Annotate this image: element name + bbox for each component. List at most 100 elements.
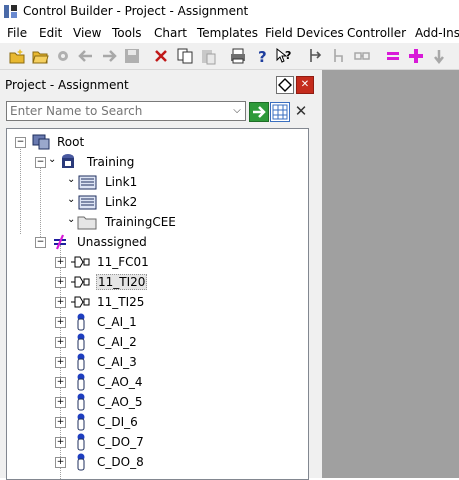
menu-field-devices[interactable]: Field Devices <box>265 26 344 40</box>
function-block-icon <box>71 256 90 268</box>
function-block-icon <box>71 296 90 308</box>
expand-icon[interactable]: + <box>55 457 66 468</box>
tree-node-label: C_AI_2 <box>97 335 137 349</box>
tree-node-label: C_AO_4 <box>97 375 143 389</box>
tree-node-label: 11_FC01 <box>97 255 149 269</box>
expand-icon[interactable]: + <box>55 357 66 368</box>
tree-node-label: Link1 <box>105 175 138 189</box>
settings-icon[interactable] <box>54 47 72 65</box>
tree-node-item[interactable]: + 11_FC01 <box>53 253 253 271</box>
expand-icon[interactable]: + <box>55 297 66 308</box>
panel-title: Project - Assignment <box>5 78 129 92</box>
link-node-icon <box>78 175 97 190</box>
menu-view[interactable]: View <box>73 26 101 40</box>
io-channel-icon <box>77 453 85 471</box>
grid-icon <box>272 104 288 120</box>
tree-node-label: Unassigned <box>77 235 147 249</box>
tree-node-item-selected[interactable]: + 11_TI20 <box>53 273 253 291</box>
tree-node-item[interactable]: + C_AI_1 <box>53 313 253 331</box>
arrow-right-icon <box>253 106 266 118</box>
expand-icon[interactable]: + <box>55 337 66 348</box>
tree-node-item[interactable]: + C_AO_5 <box>53 393 253 411</box>
tree-node-item[interactable]: + C_DO_7 <box>53 433 253 451</box>
tree-node-link1[interactable]: ⌄ Link1 <box>67 173 267 191</box>
expand-icon[interactable]: + <box>55 417 66 428</box>
tree-node-item[interactable]: + C_AI_2 <box>53 333 253 351</box>
tree-node-label: C_AO_5 <box>97 395 143 409</box>
function-block-icon <box>71 276 90 288</box>
menu-add-ins[interactable]: Add-Ins <box>415 26 459 40</box>
expand-icon[interactable]: + <box>55 377 66 388</box>
menu-templates[interactable]: Templates <box>197 26 258 40</box>
computer-icon <box>32 134 50 150</box>
tree-guide <box>20 144 21 234</box>
tree-node-item[interactable]: + 11_TI25 <box>53 293 253 311</box>
menu-file[interactable]: File <box>7 26 27 40</box>
tree-node-label: C_DO_7 <box>97 435 144 449</box>
expand-icon[interactable]: + <box>55 257 66 268</box>
io-channel-icon <box>77 333 85 351</box>
help-icon[interactable]: ? <box>253 47 271 65</box>
window-title: Control Builder - Project - Assignment <box>23 4 249 18</box>
save-icon[interactable] <box>123 47 141 65</box>
search-input[interactable] <box>6 101 246 121</box>
context-help-icon[interactable]: ? <box>275 47 293 65</box>
menu-edit[interactable]: Edit <box>39 26 62 40</box>
forward-arrow-icon[interactable] <box>100 47 118 65</box>
chevron-down-icon[interactable]: ⌵ <box>229 102 245 120</box>
tree-node-item[interactable]: + C_AI_3 <box>53 353 253 371</box>
tree-node-link2[interactable]: ⌄ Link2 <box>67 193 267 211</box>
copy-icon[interactable] <box>176 47 194 65</box>
chevron-down-icon: ⌄ <box>67 214 76 225</box>
open-folder-icon[interactable] <box>31 47 49 65</box>
new-folder-icon[interactable] <box>8 47 26 65</box>
tree-node-item[interactable]: + C_AO_4 <box>53 373 253 391</box>
workspace-area[interactable] <box>323 70 459 478</box>
menu-tools[interactable]: Tools <box>112 26 142 40</box>
not-equal-icon <box>54 234 66 250</box>
expand-icon[interactable]: + <box>55 437 66 448</box>
link-icon[interactable] <box>353 47 371 65</box>
tree-node-item[interactable]: + C_DI_6 <box>53 413 253 431</box>
back-arrow-icon[interactable] <box>77 47 95 65</box>
folder-icon <box>77 216 97 230</box>
tree-node-unassigned[interactable]: − Unassigned <box>33 233 233 251</box>
print-icon[interactable] <box>229 47 247 65</box>
tree-node-root[interactable]: − Root <box>13 133 213 151</box>
equals-icon[interactable] <box>384 47 402 65</box>
delete-icon[interactable] <box>152 47 170 65</box>
assign-icon[interactable] <box>307 47 325 65</box>
pin-icon <box>278 78 292 92</box>
menu-controller[interactable]: Controller <box>347 26 406 40</box>
tree-node-label: 11_TI20 <box>96 274 148 290</box>
clear-search-button[interactable]: ✕ <box>292 102 310 120</box>
grid-view-button[interactable] <box>270 102 290 122</box>
tree-node-training[interactable]: − ⌄ Training <box>33 153 233 171</box>
chevron-down-icon: ⌄ <box>67 174 76 185</box>
expand-icon[interactable]: + <box>55 317 66 328</box>
tree-node-trainingcee[interactable]: ⌄ TrainingCEE <box>67 213 267 231</box>
down-arrow-icon[interactable] <box>430 47 448 65</box>
panel-close-button[interactable]: ✕ <box>296 76 314 94</box>
tree-node-label: C_DI_6 <box>97 415 138 429</box>
project-assignment-panel: Project - Assignment ✕ ⌵ ✕ − Root − ⌄ <box>0 70 323 480</box>
collapse-icon[interactable]: − <box>35 157 46 168</box>
collapse-icon[interactable]: − <box>15 137 26 148</box>
expand-icon[interactable]: + <box>55 397 66 408</box>
collapse-icon[interactable]: − <box>35 237 46 248</box>
paste-icon[interactable] <box>199 47 217 65</box>
tree-node-item[interactable]: + C_DO_8 <box>53 453 253 471</box>
close-icon: ✕ <box>294 102 308 120</box>
tree-node-label: 11_TI25 <box>97 295 145 309</box>
expand-icon[interactable]: + <box>55 277 66 288</box>
unassign-icon[interactable] <box>330 47 348 65</box>
menu-bar: File Edit View Tools Chart Templates Fie… <box>0 23 459 43</box>
io-channel-icon <box>77 313 85 331</box>
panel-header: Project - Assignment ✕ <box>2 75 320 95</box>
go-button[interactable] <box>249 102 269 122</box>
menu-chart[interactable]: Chart <box>154 26 187 40</box>
tree-node-label: TrainingCEE <box>105 215 176 229</box>
tree-node-label: Link2 <box>105 195 138 209</box>
pin-button[interactable] <box>276 76 294 94</box>
add-icon[interactable] <box>407 47 425 65</box>
